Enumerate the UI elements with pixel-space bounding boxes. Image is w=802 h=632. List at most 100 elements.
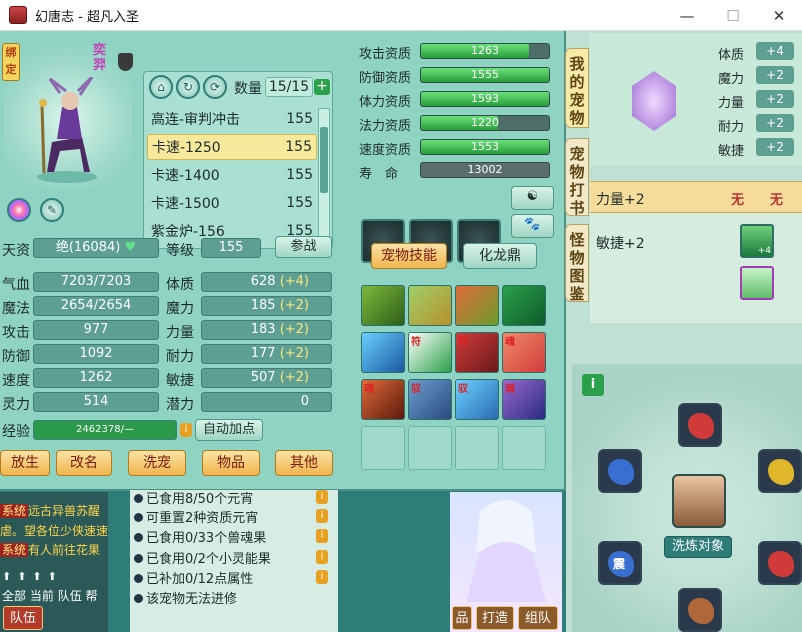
battle-button[interactable]: 参战 (275, 236, 332, 258)
gem-slot-bottom-left[interactable]: 震 (598, 541, 642, 585)
add-slot-button[interactable]: + (314, 79, 330, 95)
bonus-attr-label: 力量 (718, 96, 745, 111)
chat-tab[interactable]: 全部 (2, 589, 26, 603)
skill-icon-strength[interactable] (740, 266, 774, 300)
cycle-icon[interactable]: ⟳ (203, 75, 227, 99)
info-icon[interactable]: i (582, 374, 604, 396)
tab-dragon-cauldron[interactable]: 化龙鼎 (463, 243, 537, 269)
list-item[interactable]: 高连-审判冲击 155 (147, 106, 317, 132)
party-button[interactable]: 组队 (518, 606, 558, 630)
chat-tab[interactable]: 当前 (30, 589, 54, 603)
forge-button[interactable]: 打造 (476, 606, 514, 630)
attr-label: 敏捷 (166, 373, 194, 389)
stat-label: 攻击 (2, 325, 30, 341)
release-button[interactable]: 放生 (0, 450, 50, 476)
empty-skill-slot[interactable] (502, 426, 546, 470)
minimize-button[interactable]: — (664, 0, 710, 31)
feather-icon[interactable]: ✎ (40, 198, 64, 222)
attr-label: 魔力 (166, 301, 194, 317)
maximize-button[interactable]: ☐ (710, 0, 756, 31)
exp-info-icon[interactable]: i (180, 423, 192, 437)
info-icon[interactable]: i (316, 570, 328, 584)
skill-slot[interactable]: 符 (408, 332, 452, 373)
aptitude-label: 防御资质 (359, 71, 412, 86)
aptitude-bar: 1553 (420, 139, 550, 155)
chat-message: 有人前往花果 (28, 543, 101, 557)
gem-slot-bottom-right[interactable] (758, 541, 802, 585)
auto-add-button[interactable]: 自动加点 (195, 419, 263, 441)
skill-slot[interactable] (361, 332, 405, 373)
other-button[interactable]: 其他 (275, 450, 333, 476)
app-icon (9, 6, 27, 24)
chat-tab[interactable]: 队伍 (58, 589, 82, 603)
enhance-panel: 敏捷+2 +4 (590, 213, 802, 323)
menu-button[interactable]: 品 (452, 606, 472, 630)
tab-pet-skills[interactable]: 宠物技能 (371, 243, 447, 269)
stat-value: 977 (33, 320, 159, 340)
wash-target-avatar[interactable] (672, 474, 726, 528)
wash-pet-button[interactable]: 洗宠 (128, 450, 186, 476)
refresh-icon[interactable]: ↻ (176, 75, 200, 99)
chat-arrows[interactable]: ⬆⬆⬆⬆ (2, 570, 63, 583)
skill-slot[interactable]: 魂 (361, 379, 405, 420)
title-bar: 幻唐志 - 超凡入圣 — ☐ ✕ (0, 0, 802, 31)
skill-slot[interactable]: 魂 (502, 332, 546, 373)
paw-button[interactable]: 🐾 (511, 214, 554, 238)
scrollbar-thumb[interactable] (320, 127, 328, 193)
skill-slot[interactable] (408, 285, 452, 326)
pet-panel: 绑定 奕羿 ✎ ⌂ ↻ ⟳ 数量 15/15 + 高连-审判冲击 155 卡速-1… (0, 31, 566, 491)
empty-skill-slot[interactable] (455, 426, 499, 470)
team-button[interactable]: 队伍 (3, 606, 43, 630)
lock-icon[interactable] (118, 53, 133, 71)
stat-label: 速度 (2, 373, 30, 389)
info-line: 已食用0/33个兽魂果 (134, 527, 266, 546)
aptitude-bar: 1263 (420, 43, 550, 59)
gem-slot-right[interactable] (758, 449, 802, 493)
character-image (466, 500, 546, 602)
list-item[interactable]: 卡速-1400 155 (147, 162, 317, 188)
tab-pet-book[interactable]: 宠物打书 (565, 138, 589, 217)
life-bar: 13002 (420, 162, 550, 178)
aptitude-bar: 1593 (420, 91, 550, 107)
bonus-attr-value: +2 (756, 114, 794, 132)
list-item-selected[interactable]: 卡速-1250 155 (147, 134, 317, 160)
chat-tab[interactable]: 帮 (86, 589, 98, 603)
bonus-attr-value: +2 (756, 138, 794, 156)
stat-value: 514 (33, 392, 159, 412)
info-icon[interactable]: i (316, 509, 328, 523)
level-label: 等级 (166, 243, 194, 259)
info-line: 已食用8/50个元宵 (134, 488, 253, 507)
skill-slot[interactable]: 驭 (408, 379, 452, 420)
list-item[interactable]: 卡速-1500 155 (147, 190, 317, 216)
bonus-attr-label: 敏捷 (718, 144, 745, 159)
color-wheel-icon[interactable] (7, 198, 31, 222)
empty-skill-slot[interactable] (408, 426, 452, 470)
wash-target-button[interactable]: 洗炼对象 (664, 536, 732, 558)
skill-slot[interactable] (455, 285, 499, 326)
list-scrollbar[interactable] (318, 108, 330, 248)
rename-button[interactable]: 改名 (56, 450, 112, 476)
skill-icon-agility[interactable]: +4 (740, 224, 774, 258)
skill-slot[interactable]: 骑 (502, 379, 546, 420)
tab-monster-codex[interactable]: 怪物图鉴 (565, 224, 589, 303)
items-button[interactable]: 物品 (202, 450, 260, 476)
skill-slot[interactable] (502, 285, 546, 326)
skill-slot[interactable]: 符 (455, 332, 499, 373)
info-line: 该宠物无法进修 (134, 588, 237, 607)
yinyang-button[interactable]: ☯ (511, 186, 554, 210)
skill-slot[interactable] (361, 285, 405, 326)
skill-slot[interactable]: 驭 (455, 379, 499, 420)
empty-skill-slot[interactable] (361, 426, 405, 470)
crystal-icon (632, 71, 676, 131)
home-icon[interactable]: ⌂ (149, 75, 173, 99)
gem-slot-top[interactable] (678, 403, 722, 447)
tab-my-pet[interactable]: 我的宠物 (565, 48, 589, 128)
gem-slot-left[interactable] (598, 449, 642, 493)
gem-slot-bottom[interactable] (678, 588, 722, 632)
info-icon[interactable]: i (316, 529, 328, 543)
close-button[interactable]: ✕ (756, 0, 802, 31)
info-icon[interactable]: i (316, 550, 328, 564)
system-tag: 系统 (0, 543, 29, 557)
stat-label: 灵力 (2, 397, 30, 413)
info-icon[interactable]: i (316, 490, 328, 504)
